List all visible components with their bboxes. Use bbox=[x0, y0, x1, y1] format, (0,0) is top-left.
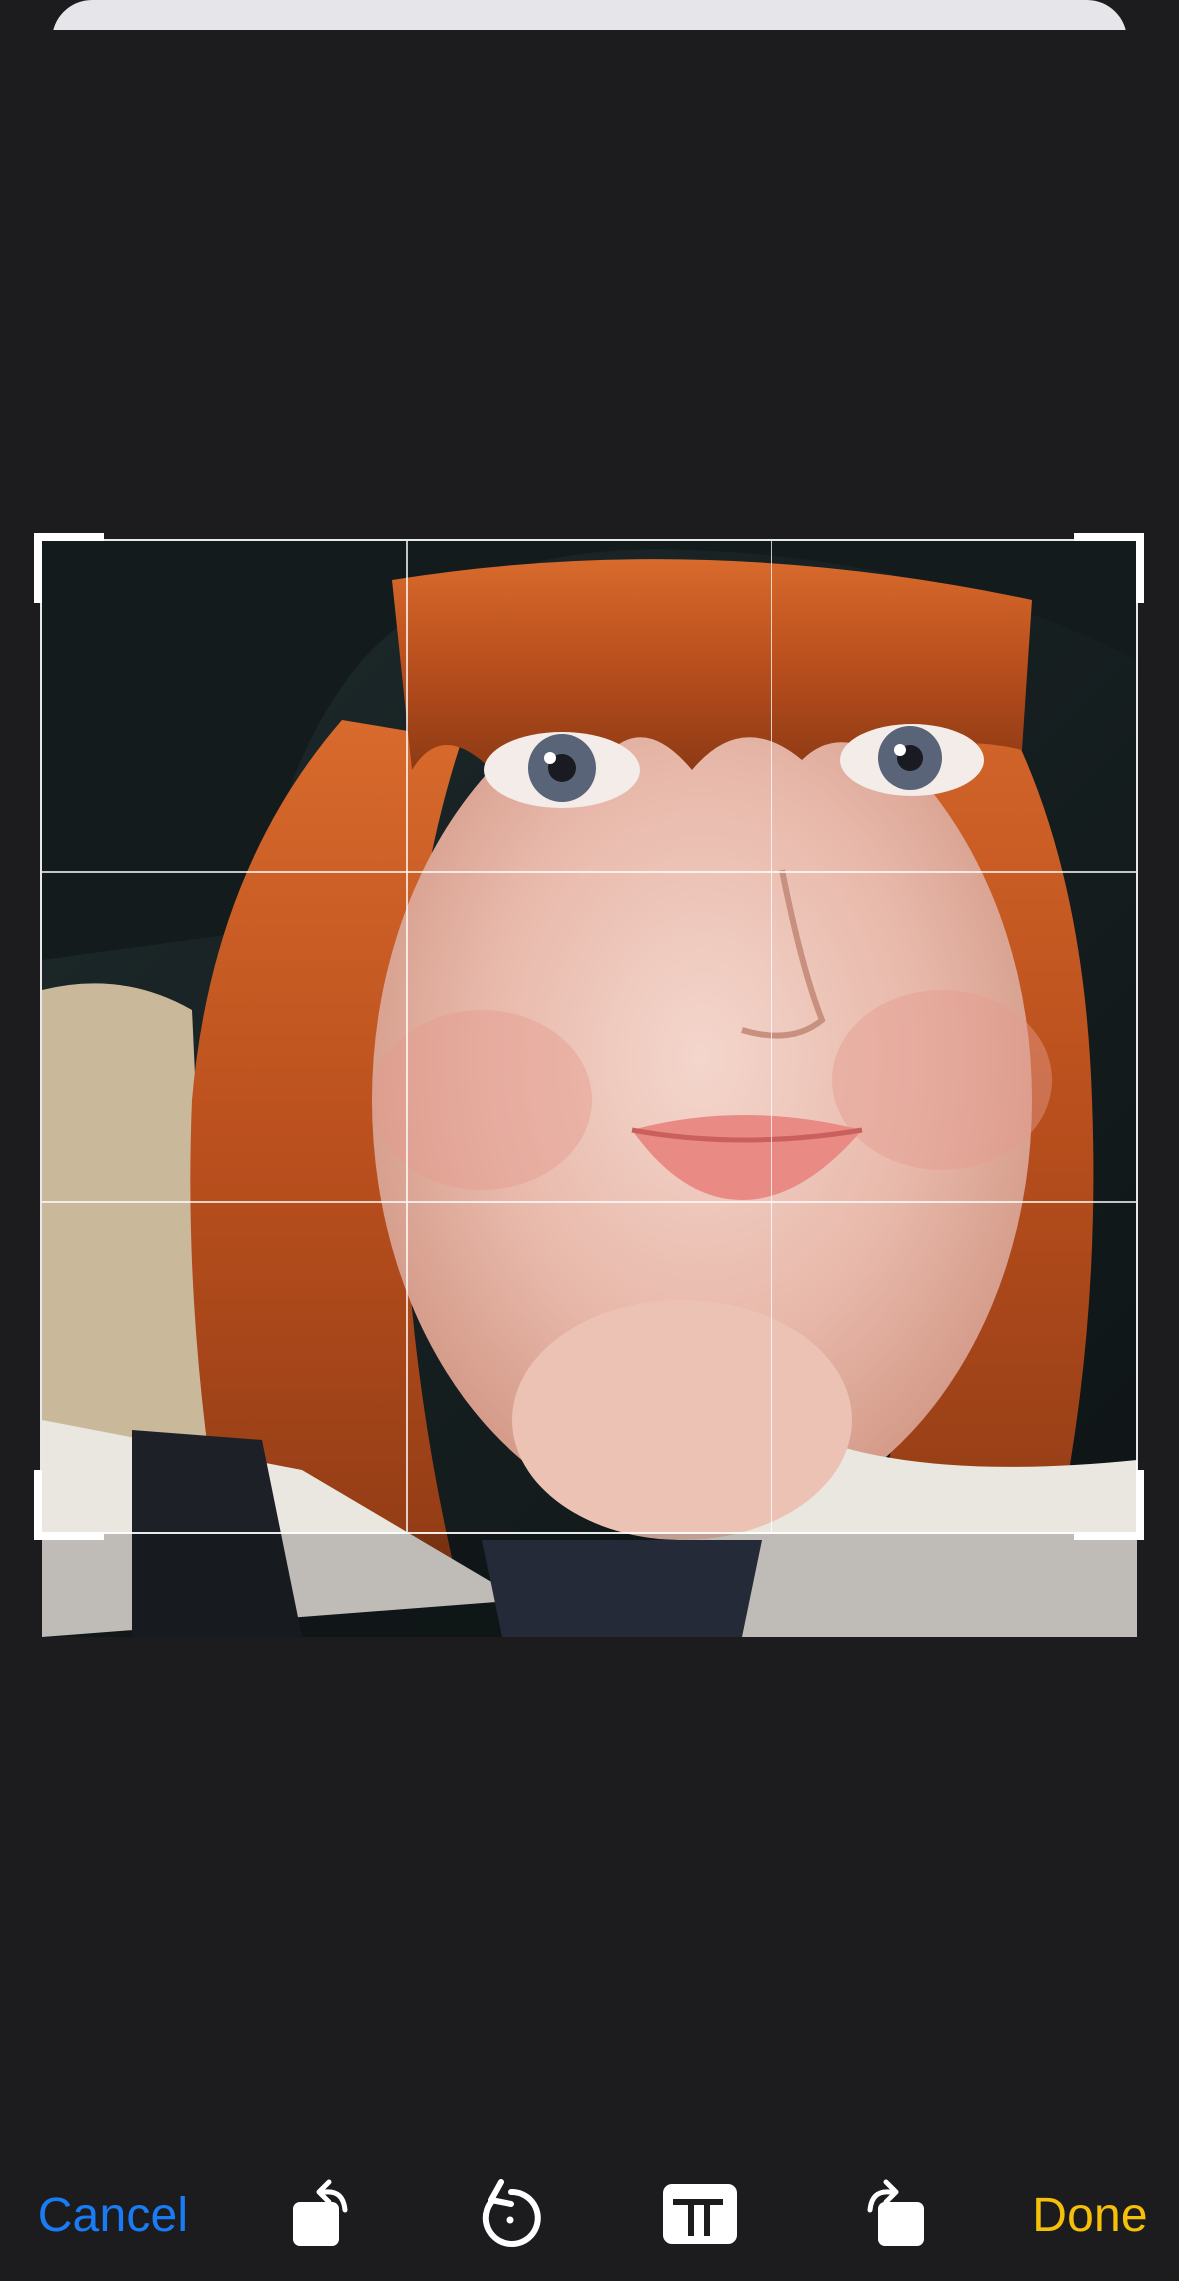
rotate-right-icon bbox=[867, 2179, 924, 2246]
grid-line-vertical-1 bbox=[406, 541, 408, 1532]
grid-line-horizontal-1 bbox=[42, 871, 1136, 873]
done-button[interactable]: Done bbox=[1015, 2160, 1165, 2270]
crop-handle-bottom-right[interactable] bbox=[1074, 1470, 1144, 1540]
aspect-ratio-button[interactable] bbox=[650, 2160, 750, 2270]
grid-line-vertical-2 bbox=[770, 541, 773, 1532]
cancel-button[interactable]: Cancel bbox=[28, 2160, 198, 2270]
crop-frame[interactable] bbox=[34, 533, 1144, 1540]
cancel-label: Cancel bbox=[37, 2188, 189, 2242]
crop-handle-top-left[interactable] bbox=[34, 533, 104, 603]
outside-crop-shade bbox=[42, 1534, 1137, 1637]
reset-rotation-button[interactable] bbox=[460, 2160, 560, 2270]
aspect-ratio-icon bbox=[663, 2184, 737, 2244]
crop-handle-bottom-left[interactable] bbox=[34, 1470, 104, 1540]
crop-handle-top-right[interactable] bbox=[1074, 533, 1144, 603]
bottom-toolbar: Cancel Done bbox=[0, 2160, 1179, 2270]
rotate-right-button[interactable] bbox=[845, 2160, 945, 2270]
rotate-left-icon bbox=[293, 2179, 348, 2246]
done-label: Done bbox=[1032, 2188, 1148, 2242]
undo-rotate-icon bbox=[482, 2179, 541, 2247]
rotate-left-button[interactable] bbox=[270, 2160, 370, 2270]
grid-line-horizontal-2 bbox=[42, 1201, 1136, 1203]
crop-editor-screen: Cancel Done bbox=[0, 0, 1179, 2281]
